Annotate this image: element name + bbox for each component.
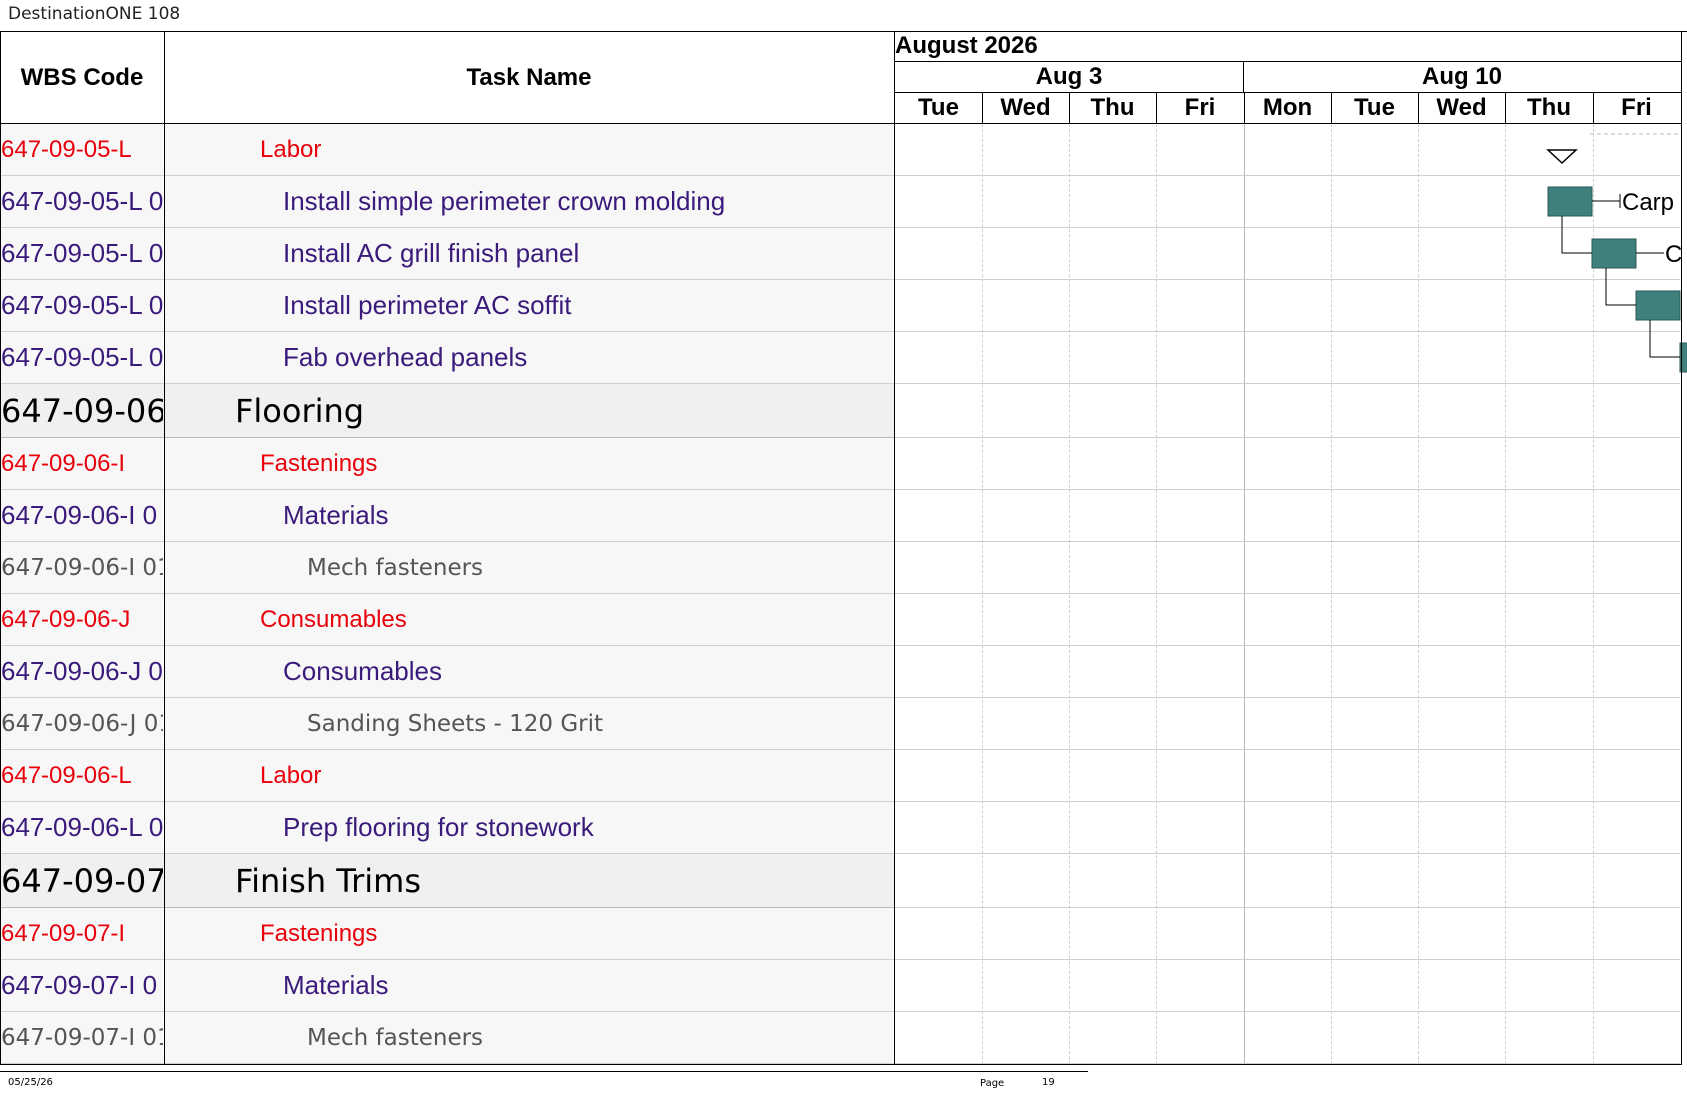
week-divider: [895, 92, 1681, 93]
bar-resource-label: Carp: [1622, 189, 1674, 216]
gantt-chart-area: Carp C: [1546, 133, 1687, 373]
month-divider: [895, 61, 1681, 62]
chart-right-border: [1681, 31, 1682, 1064]
column-divider: [164, 31, 165, 1064]
day-separator: [1244, 93, 1245, 123]
day-separator: [982, 93, 983, 123]
bar-resource-label: C: [1665, 241, 1682, 268]
document-title: DestinationONE 108: [8, 4, 181, 24]
footer-page-label: Page: [980, 1078, 1005, 1089]
gantt-sheet: WBS Code Task Name August 2026 Aug 3 Aug…: [0, 31, 1687, 1065]
dependency-link: [1605, 268, 1636, 306]
table-top-border: [0, 31, 1687, 32]
table-bottom-border: [0, 1064, 1682, 1065]
chart-left-border: [894, 31, 895, 1064]
dependency-link: [1649, 320, 1680, 358]
summary-marker-icon: [1546, 149, 1578, 165]
day-separator: [1069, 93, 1070, 123]
day-separator: [1593, 93, 1594, 123]
day-separator: [1505, 93, 1506, 123]
task-bar: [1547, 186, 1593, 217]
task-bar: [1635, 290, 1681, 321]
day-separator: [1331, 93, 1332, 123]
day-separator: [1418, 93, 1419, 123]
table-left-border: [0, 31, 1, 1064]
footer-page-number: 19: [1042, 1077, 1055, 1088]
task-bar: [1591, 238, 1637, 269]
dependency-link: [1561, 216, 1592, 254]
footer-rule: [0, 1071, 1088, 1072]
week-separator: [1243, 61, 1244, 93]
header-bottom-border: [0, 123, 1682, 124]
day-separator: [1156, 93, 1157, 123]
footer-date: 05/25/26: [8, 1077, 53, 1088]
